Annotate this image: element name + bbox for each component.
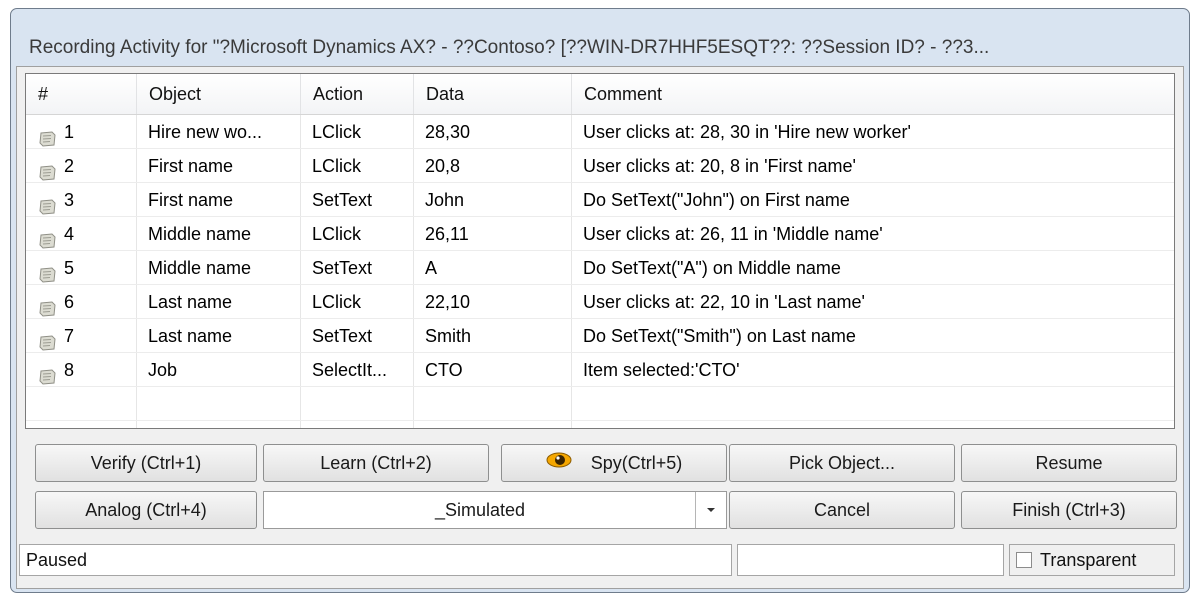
transparent-label: Transparent <box>1040 549 1137 570</box>
cell-num: 3 <box>26 183 136 217</box>
table-row[interactable]: 7 Last name SetText Smith Do SetText("Smith"… <box>26 319 1174 353</box>
cell-data: CTO <box>425 360 463 380</box>
cell-data: A <box>425 258 438 278</box>
column-header-data[interactable]: Data <box>414 74 572 114</box>
cell-object: Last name <box>148 326 233 346</box>
row-number: 7 <box>64 326 75 346</box>
cell-num: 8 <box>26 353 136 387</box>
cell-comment: User clicks at: 26, 11 in 'Middle name' <box>583 224 883 244</box>
cell-action: SetText <box>312 258 373 278</box>
script-page-icon <box>38 158 58 181</box>
script-page-icon <box>38 260 58 283</box>
cancel-button[interactable]: Cancel <box>729 491 955 529</box>
row-number: 2 <box>64 156 75 176</box>
cell-comment: User clicks at: 20, 8 in 'First name' <box>583 156 856 176</box>
status-secondary <box>737 544 1004 576</box>
cell-num: 4 <box>26 217 136 251</box>
cell-comment: User clicks at: 22, 10 in 'Last name' <box>583 292 865 312</box>
transparent-toggle[interactable]: Transparent <box>1009 544 1175 576</box>
cell-num: 1 <box>26 115 136 149</box>
cell-data: 26,11 <box>425 224 469 244</box>
chevron-down-icon[interactable] <box>695 492 726 528</box>
analog-button[interactable]: Analog (Ctrl+4) <box>35 491 257 529</box>
cell-object: Last name <box>148 292 233 312</box>
transparent-checkbox[interactable] <box>1016 552 1032 568</box>
cell-num: 7 <box>26 319 136 353</box>
script-page-icon <box>38 328 58 351</box>
row-number: 8 <box>64 360 75 380</box>
cell-data: 22,10 <box>425 292 471 312</box>
cell-action: SetText <box>312 326 373 346</box>
pick-object-button[interactable]: Pick Object... <box>729 444 955 482</box>
cell-action: LClick <box>312 156 362 176</box>
cell-action: SelectIt... <box>312 360 388 380</box>
table-row[interactable]: 2 First name LClick 20,8 User clicks at: 20,… <box>26 149 1174 183</box>
cell-object: Middle name <box>148 258 252 278</box>
column-header-object[interactable]: Object <box>137 74 301 114</box>
playback-mode-select[interactable]: _Simulated <box>263 491 727 529</box>
row-number: 4 <box>64 224 75 244</box>
script-page-icon <box>38 362 58 385</box>
script-page-icon <box>38 124 58 147</box>
row-number: 1 <box>64 122 75 142</box>
spy-button[interactable]: Spy(Ctrl+5) <box>501 444 727 482</box>
cell-comment: User clicks at: 28, 30 in 'Hire new work… <box>583 122 911 142</box>
cell-num: 5 <box>26 251 136 285</box>
script-page-icon <box>38 294 58 317</box>
table-row[interactable]: 1 Hire new wo... LClick 28,30 User clicks at… <box>26 115 1174 149</box>
column-header-comment[interactable]: Comment <box>572 74 1174 114</box>
cell-object: Job <box>148 360 178 380</box>
cell-comment: Do SetText("Smith") on Last name <box>583 326 856 346</box>
cell-action: LClick <box>312 224 362 244</box>
row-number: 3 <box>64 190 75 210</box>
cell-comment: Item selected:'CTO' <box>583 360 740 380</box>
script-page-icon <box>38 192 58 215</box>
row-number: 6 <box>64 292 75 312</box>
learn-button[interactable]: Learn (Ctrl+2) <box>263 444 489 482</box>
cell-comment: Do SetText("A") on Middle name <box>583 258 841 278</box>
cell-comment: Do SetText("John") on First name <box>583 190 850 210</box>
table-row[interactable]: 8 Job SelectIt... CTO Item selected:'CTO' <box>26 353 1174 387</box>
cell-action: LClick <box>312 292 362 312</box>
table-row[interactable]: 5 Middle name SetText A Do SetText("A") on M… <box>26 251 1174 285</box>
cell-data: John <box>425 190 465 210</box>
verify-button[interactable]: Verify (Ctrl+1) <box>35 444 257 482</box>
eye-icon <box>546 444 572 480</box>
table-row[interactable]: 6 Last name LClick 22,10 User clicks at: 22,… <box>26 285 1174 319</box>
column-header-number[interactable]: # <box>26 74 137 114</box>
window-client-area: # Object Action Data Comment 1 Hire new w… <box>16 66 1184 589</box>
cell-data: Smith <box>425 326 472 346</box>
table-row-empty[interactable] <box>26 387 1174 421</box>
table-row[interactable]: 4 Middle name LClick 26,11 User clicks at: 2… <box>26 217 1174 251</box>
cell-object: Hire new wo... <box>148 122 263 142</box>
table-row[interactable]: 3 First name SetText John Do SetText("John")… <box>26 183 1174 217</box>
recording-grid[interactable]: # Object Action Data Comment 1 Hire new w… <box>25 73 1175 429</box>
grid-header: # Object Action Data Comment <box>26 74 1174 115</box>
cell-action: SetText <box>312 190 373 210</box>
cell-num: 6 <box>26 285 136 319</box>
cell-num: 2 <box>26 149 136 183</box>
resume-button[interactable]: Resume <box>961 444 1177 482</box>
cell-data: 20,8 <box>425 156 461 176</box>
cell-data: 28,30 <box>425 122 471 142</box>
cell-object: First name <box>148 190 234 210</box>
cell-object: Middle name <box>148 224 252 244</box>
spy-button-label: Spy(Ctrl+5) <box>590 453 683 473</box>
column-header-action[interactable]: Action <box>301 74 414 114</box>
cell-object: First name <box>148 156 234 176</box>
playback-mode-value: _Simulated <box>434 500 526 520</box>
script-page-icon <box>38 226 58 249</box>
cell-action: LClick <box>312 122 362 142</box>
finish-button[interactable]: Finish (Ctrl+3) <box>961 491 1177 529</box>
status-text: Paused <box>19 544 732 576</box>
window-title: Recording Activity for "?Microsoft Dynam… <box>29 37 990 58</box>
row-number: 5 <box>64 258 75 278</box>
